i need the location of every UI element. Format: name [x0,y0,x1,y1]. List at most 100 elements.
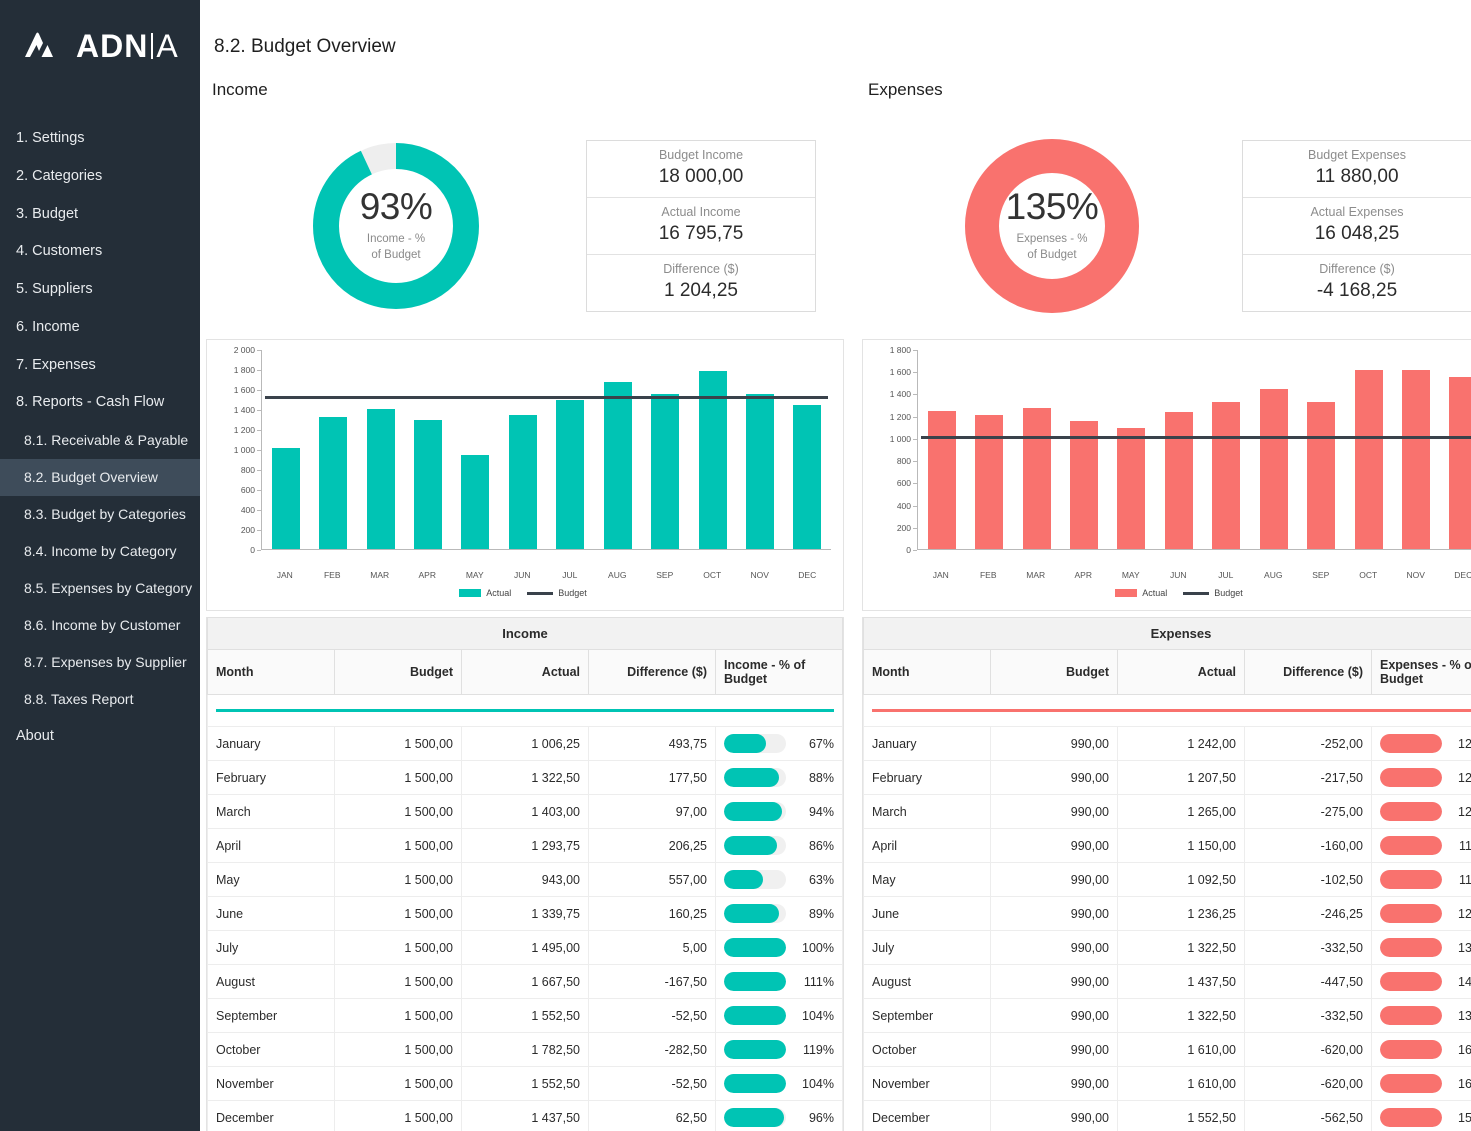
cell-actual: 1 610,00 [1118,1067,1245,1101]
bar-slot [594,350,641,549]
sidebar-item-8-6-income-by-customer[interactable]: 8.6. Income by Customer [0,607,200,644]
chart-bar [461,455,489,549]
sidebar-item-4-customers[interactable]: 4. Customers [0,233,200,271]
progress-track [724,1006,786,1025]
progress-track [1380,802,1442,821]
cell-actual: 1 265,00 [1118,795,1245,829]
column-header[interactable]: Month [208,650,335,695]
cell-progress: 163% [1372,1067,1471,1101]
column-header[interactable]: Expenses - % of Budget [1372,650,1471,695]
sidebar-item-8-7-expenses-by-supplier[interactable]: 8.7. Expenses by Supplier [0,644,200,681]
sidebar-item-8-2-budget-overview[interactable]: 8.2. Budget Overview [0,459,200,496]
sidebar-item-5-suppliers[interactable]: 5. Suppliers [0,271,200,309]
y-axis-tick: 1 000 [234,445,255,455]
cell-actual: 1 322,50 [1118,931,1245,965]
sidebar-item-2-categories[interactable]: 2. Categories [0,158,200,196]
cell-progress: 89% [716,897,843,931]
cell-difference: 177,50 [589,761,716,795]
table-header-row: MonthBudgetActualDifference ($)Income - … [208,650,843,695]
cell-month: March [864,795,991,829]
kpi-caption: Difference ($) [597,262,805,276]
column-header[interactable]: Budget [335,650,462,695]
table-header-row: MonthBudgetActualDifference ($)Expenses … [864,650,1471,695]
cell-actual: 1 552,50 [462,999,589,1033]
cell-difference: -620,00 [1245,1033,1372,1067]
chart-bar [1023,408,1051,549]
table-caption-row: Income [208,618,843,650]
column-header[interactable]: Income - % of Budget [716,650,843,695]
bar-slot [1013,350,1060,549]
cell-actual: 1 552,50 [462,1067,589,1101]
y-axis-tick: 400 [241,505,255,515]
expenses-donut-caption-line1: Expenses - % [1017,233,1088,245]
sidebar-item-8-reports-cash-flow[interactable]: 8. Reports - Cash Flow [0,384,200,422]
cell-actual: 1 242,00 [1118,727,1245,761]
cell-month: February [864,761,991,795]
cell-budget: 1 500,00 [335,1033,462,1067]
progress-percent: 134% [1452,941,1471,955]
chart-bar [272,448,300,549]
sidebar-item-1-settings[interactable]: 1. Settings [0,120,200,158]
cell-budget: 990,00 [991,965,1118,999]
progress-percent: 63% [796,873,834,887]
cell-difference: 62,50 [589,1101,716,1131]
cell-actual: 1 150,00 [1118,829,1245,863]
progress-track [1380,836,1442,855]
expenses-column: Expenses 135% Expenses - % of Budget [862,80,1471,1131]
income-kpi-row: 93% Income - % of Budget Budget Income18… [206,118,844,333]
cell-difference: 97,00 [589,795,716,829]
table-row: October990,001 610,00-620,00163% [864,1033,1471,1067]
sidebar-item-8-1-receivable-payable[interactable]: 8.1. Receivable & Payable [0,422,200,459]
x-axis-label: JUL [1202,570,1250,580]
progress-track [724,972,786,991]
kpi-caption: Budget Income [597,148,805,162]
expenses-chart-bars [918,350,1471,549]
income-chart-plot-area: 02004006008001 0001 2001 4001 6001 8002 … [215,350,831,565]
sidebar-item-8-4-income-by-category[interactable]: 8.4. Income by Category [0,533,200,570]
progress-fill [1380,734,1442,753]
income-donut-caption: Income - % of Budget [367,232,425,263]
progress-percent: 122% [1452,771,1471,785]
sidebar-item-8-3-budget-by-categories[interactable]: 8.3. Budget by Categories [0,496,200,533]
expenses-table: ExpensesMonthBudgetActualDifference ($)E… [863,617,1471,1131]
brand-logo[interactable]: ADNA [0,0,200,92]
column-header[interactable]: Month [864,650,991,695]
cell-actual: 1 437,50 [1118,965,1245,999]
cell-budget: 1 500,00 [335,999,462,1033]
cell-budget: 990,00 [991,1101,1118,1131]
progress-track [724,938,786,957]
bar-slot [1203,350,1250,549]
column-header[interactable]: Budget [991,650,1118,695]
accent-bar [216,709,834,712]
sidebar-nav: 1. Settings2. Categories3. Budget4. Cust… [0,120,200,756]
cell-progress: 110% [1372,863,1471,897]
progress-fill [1380,972,1442,991]
cell-budget: 1 500,00 [335,965,462,999]
progress-percent: 163% [1452,1043,1471,1057]
accent-divider [208,695,843,727]
column-header[interactable]: Difference ($) [1245,650,1372,695]
progress-track [724,1040,786,1059]
column-header[interactable]: Difference ($) [589,650,716,695]
cell-progress: 128% [1372,795,1471,829]
sidebar-item-7-expenses[interactable]: 7. Expenses [0,347,200,385]
x-axis-label: APR [1060,570,1108,580]
progress-percent: 110% [1452,873,1471,887]
progress-percent: 134% [1452,1009,1471,1023]
column-header[interactable]: Actual [462,650,589,695]
table-row: August1 500,001 667,50-167,50111% [208,965,843,999]
cell-progress: 63% [716,863,843,897]
sidebar-item-6-income[interactable]: 6. Income [0,309,200,347]
sidebar-item-8-8-taxes-report[interactable]: 8.8. Taxes Report [0,681,200,718]
column-header[interactable]: Actual [1118,650,1245,695]
kpi-value: 16 795,75 [597,223,805,245]
progress-track [1380,1074,1442,1093]
chart-bar [414,420,442,549]
sidebar-item-3-budget[interactable]: 3. Budget [0,196,200,234]
x-axis-label: DEC [1440,570,1471,580]
table-row: January990,001 242,00-252,00125% [864,727,1471,761]
sidebar-item-about[interactable]: About [0,718,200,756]
cell-difference: -246,25 [1245,897,1372,931]
progress-percent: 89% [796,907,834,921]
sidebar-item-8-5-expenses-by-category[interactable]: 8.5. Expenses by Category [0,570,200,607]
